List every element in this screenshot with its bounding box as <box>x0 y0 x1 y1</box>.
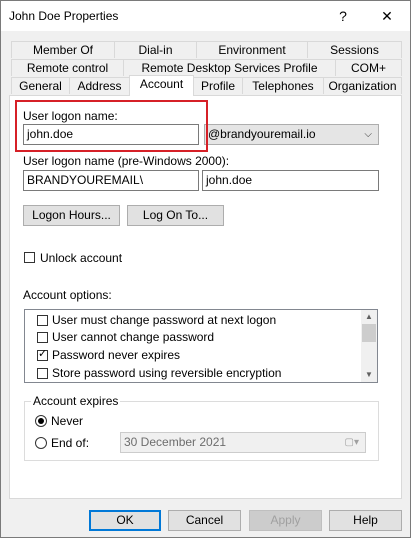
tab-telephones[interactable]: Telephones <box>242 77 324 94</box>
radio-dot <box>38 418 44 424</box>
domain-input[interactable]: BRANDYOUREMAIL\ <box>23 170 199 191</box>
tab-environment[interactable]: Environment <box>196 41 308 58</box>
account-options-label: Account options: <box>23 288 112 302</box>
option-checkbox[interactable] <box>37 332 48 343</box>
upn-suffix-select[interactable]: @brandyouremail.io ⌵ <box>204 124 379 145</box>
tab-profile[interactable]: Profile <box>193 77 243 94</box>
tab-remote-control[interactable]: Remote control <box>11 59 124 76</box>
pre2000-label: User logon name (pre-Windows 2000): <box>23 154 230 168</box>
never-label: Never <box>51 414 84 428</box>
tab-member-of[interactable]: Member Of <box>11 41 115 58</box>
window-title: John Doe Properties <box>9 9 119 23</box>
tab-rds-profile[interactable]: Remote Desktop Services Profile <box>123 59 336 76</box>
options-scrollbar[interactable]: ▲ ▼ <box>361 310 377 382</box>
highlight-box <box>15 100 208 152</box>
end-of-label: End of: <box>51 436 90 450</box>
never-radio[interactable] <box>35 415 47 427</box>
unlock-checkbox[interactable] <box>24 252 35 263</box>
tab-dial-in[interactable]: Dial-in <box>114 41 197 58</box>
chevron-down-icon: ⌵ <box>364 129 372 140</box>
option-checkbox[interactable] <box>37 315 48 326</box>
option-checkbox-checked[interactable]: ✓ <box>37 348 48 361</box>
tab-general[interactable]: General <box>11 77 70 94</box>
tab-organization[interactable]: Organization <box>323 77 402 94</box>
account-expires-group: Account expires Never End of: 30 Decembe… <box>24 394 379 461</box>
scroll-thumb[interactable] <box>362 324 376 342</box>
tab-com-plus[interactable]: COM+ <box>335 59 402 76</box>
tab-account[interactable]: Account <box>129 75 194 96</box>
end-of-radio[interactable] <box>35 437 47 449</box>
close-icon[interactable]: ✕ <box>367 5 407 27</box>
option-checkbox[interactable] <box>37 368 48 379</box>
tab-sessions[interactable]: Sessions <box>307 41 402 58</box>
account-expires-title: Account expires <box>31 394 121 408</box>
log-on-to-button[interactable]: Log On To... <box>127 205 224 226</box>
apply-button[interactable]: Apply <box>249 510 322 531</box>
tab-address[interactable]: Address <box>69 77 130 94</box>
unlock-label: Unlock account <box>40 251 123 265</box>
upn-suffix-value: @brandyouremail.io <box>208 127 316 141</box>
cancel-button[interactable]: Cancel <box>168 510 241 531</box>
checkmark-icon: ✓ <box>38 348 48 360</box>
help-title-button[interactable]: ? <box>323 5 363 27</box>
scroll-down-icon[interactable]: ▼ <box>361 368 377 382</box>
help-button[interactable]: Help <box>329 510 402 531</box>
calendar-dropdown-icon: ▢▾ <box>344 437 359 448</box>
option-label: Store password using reversible encrypti… <box>52 366 282 380</box>
ok-button[interactable]: OK <box>89 510 161 531</box>
logon-hours-button[interactable]: Logon Hours... <box>23 205 120 226</box>
end-date-picker[interactable]: 30 December 2021 ▢▾ <box>120 432 366 453</box>
option-label: Password never expires <box>52 348 181 362</box>
properties-window: John Doe Properties ? ✕ Member Of Dial-i… <box>0 0 411 538</box>
option-label: User must change password at next logon <box>52 313 277 327</box>
option-label: User cannot change password <box>52 330 215 344</box>
scroll-up-icon[interactable]: ▲ <box>361 310 377 324</box>
title-bar: John Doe Properties ? ✕ <box>1 1 410 31</box>
end-date-value: 30 December 2021 <box>124 435 227 449</box>
sam-account-input[interactable]: john.doe <box>202 170 379 191</box>
account-options-list[interactable]: User must change password at next logon … <box>24 309 378 383</box>
